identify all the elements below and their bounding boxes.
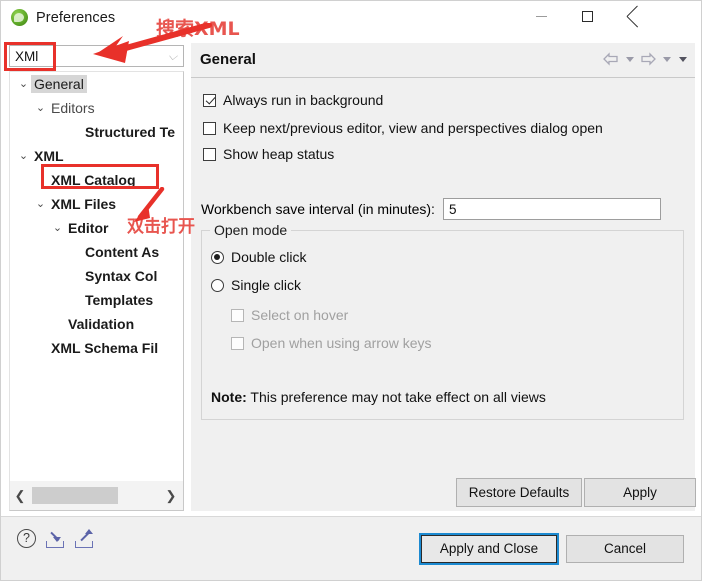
preference-page: General Always run in background Keep ne… [191, 43, 695, 511]
workbench-save-interval-input[interactable] [442, 198, 661, 220]
restore-defaults-button[interactable]: Restore Defaults [456, 478, 582, 507]
checkbox-label: Show heap status [223, 146, 335, 162]
search-input[interactable] [9, 45, 184, 67]
checkbox-unchecked-disabled-icon [231, 308, 244, 322]
tree-item-label: Syntax Col [85, 268, 158, 284]
tree-item-label: XML [34, 148, 64, 164]
open-mode-group: Open mode Double click Single click Select… [201, 222, 684, 420]
forward-history-chevron-down-icon[interactable] [660, 51, 673, 67]
checkbox-unchecked-disabled-icon [231, 336, 244, 350]
tree-item-label: XML Catalog [51, 172, 136, 188]
expand-chevron-down-icon[interactable]: ⌄ [33, 197, 48, 210]
tree-item-label: Editor [68, 220, 109, 236]
tree-item-editors[interactable]: ⌄ Editors [10, 96, 183, 120]
minimize-icon [535, 15, 547, 17]
checkbox-show-heap-status[interactable]: Show heap status [203, 146, 334, 162]
scrollbar-thumb[interactable] [32, 487, 118, 504]
radio-label: Double click [231, 249, 307, 265]
tree-item-xml-catalog[interactable]: ⌄XML Catalog [10, 168, 183, 192]
preferences-dialog: Preferences ⌵ ⌄General⌄Editors⌄Structure… [0, 0, 702, 581]
back-arrow-icon[interactable] [602, 51, 620, 67]
tree-item-label: Validation [68, 316, 135, 332]
close-icon [627, 10, 640, 23]
maximize-button[interactable] [564, 1, 610, 31]
filter-box: ⌵ [9, 45, 184, 67]
radio-unselected-icon [211, 278, 224, 292]
radio-selected-icon [211, 250, 224, 264]
tree-item-content-as[interactable]: ⌄Content As [10, 240, 183, 264]
title-bar: Preferences [1, 1, 701, 39]
help-icon[interactable]: ? [17, 529, 36, 548]
tree-item-label: XML Files [51, 196, 117, 212]
apply-and-close-button[interactable]: Apply and Close [419, 533, 559, 565]
radio-label: Single click [231, 277, 302, 293]
page-title: General [200, 51, 256, 68]
tree-item-label: XML Schema Fil [51, 340, 159, 356]
cancel-button[interactable]: Cancel [566, 535, 684, 563]
minimize-button[interactable] [518, 1, 564, 31]
apply-button[interactable]: Apply [584, 478, 696, 507]
tree-item-structured-te[interactable]: ⌄Structured Te [10, 120, 183, 144]
checkbox-open-when-using-arrow-keys: Open when using arrow keys [231, 335, 432, 351]
radio-single-click[interactable]: Single click [211, 277, 301, 293]
tree-item-editor[interactable]: ⌄ Editor [10, 216, 183, 240]
checkbox-keep-next-previous-editor-view-a[interactable]: Keep next/previous editor, view and pers… [203, 120, 603, 136]
window-title: Preferences [36, 9, 116, 26]
tree-item-validation[interactable]: ⌄Validation [10, 312, 183, 336]
tree-item-label: Content As [85, 244, 160, 260]
page-body: Always run in background Keep next/previo… [191, 78, 695, 511]
checkbox-label: Select on hover [251, 307, 349, 323]
checkbox-label: Always run in background [223, 92, 384, 108]
bottom-icon-group: ? [17, 529, 94, 548]
page-header: General [191, 43, 695, 78]
tree-item-templates[interactable]: ⌄Templates [10, 288, 183, 312]
radio-double-click[interactable]: Double click [211, 249, 306, 265]
expand-chevron-down-icon[interactable]: ⌄ [16, 77, 31, 90]
export-icon[interactable] [74, 529, 94, 548]
maximize-icon [581, 10, 593, 22]
close-button[interactable] [610, 1, 656, 31]
expand-chevron-down-icon[interactable]: ⌄ [16, 149, 31, 162]
eclipse-logo-icon [11, 9, 28, 26]
open-mode-note: Note: This preference may not take effec… [211, 389, 546, 405]
view-menu-chevron-down-icon[interactable] [676, 51, 689, 67]
tree-item-general[interactable]: ⌄ General [10, 72, 183, 96]
forward-arrow-icon[interactable] [639, 51, 657, 67]
checkbox-unchecked-icon [203, 121, 216, 135]
checkbox-checked-icon [203, 93, 216, 107]
tree-item-syntax-col[interactable]: ⌄Syntax Col [10, 264, 183, 288]
tree-item-label: Templates [85, 292, 154, 308]
title-bar-left: Preferences [11, 9, 115, 26]
expand-chevron-down-icon[interactable]: ⌄ [50, 221, 65, 234]
page-toolbar [602, 51, 689, 67]
checkbox-label: Keep next/previous editor, view and pers… [223, 120, 603, 136]
checkbox-label: Open when using arrow keys [251, 335, 432, 351]
preferences-tree[interactable]: ⌄General⌄Editors⌄Structured Te⌄XML⌄XML C… [9, 71, 184, 481]
chevron-right-icon[interactable]: ❯ [163, 487, 179, 504]
checkbox-select-on-hover: Select on hover [231, 307, 348, 323]
import-icon[interactable] [45, 529, 65, 548]
clear-filter-icon[interactable]: ⌵ [166, 49, 179, 63]
tree-item-label: Editors [51, 100, 95, 116]
tree-item-label: Structured Te [85, 124, 175, 140]
note-prefix: Note: [211, 389, 247, 405]
tree-item-xml-files[interactable]: ⌄ XML Files [10, 192, 183, 216]
workbench-save-interval-row: Workbench save interval (in minutes): [201, 198, 661, 220]
tree-item-xml[interactable]: ⌄ XML [10, 144, 183, 168]
tree-horizontal-scrollbar[interactable]: ❮ ❯ [9, 481, 184, 511]
tree-item-xml-schema-fil[interactable]: ⌄XML Schema Fil [10, 336, 183, 360]
back-history-chevron-down-icon[interactable] [623, 51, 636, 67]
checkbox-unchecked-icon [203, 147, 216, 161]
checkbox-always-run-in-background[interactable]: Always run in background [203, 92, 383, 108]
note-text: This preference may not take effect on a… [250, 389, 546, 405]
chevron-left-icon[interactable]: ❮ [12, 487, 28, 504]
tree-item-label: General [31, 75, 87, 93]
open-mode-legend: Open mode [210, 222, 292, 238]
workbench-save-interval-label: Workbench save interval (in minutes): [201, 201, 435, 217]
expand-chevron-down-icon[interactable]: ⌄ [33, 101, 48, 114]
